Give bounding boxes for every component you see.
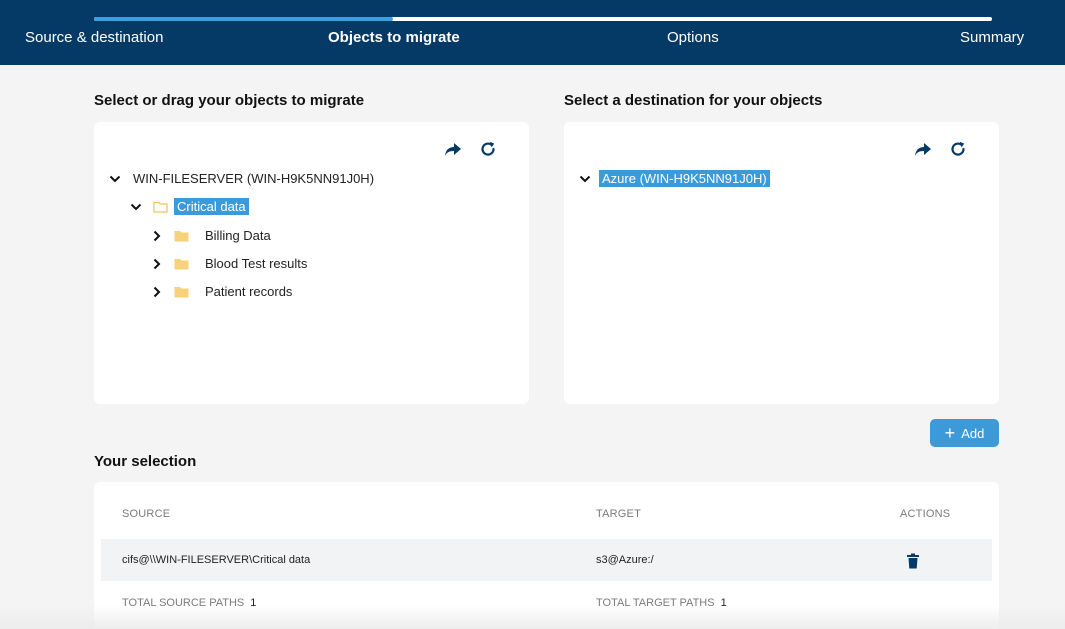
step-summary[interactable]: Summary — [960, 29, 1024, 46]
folder-icon — [174, 230, 189, 242]
folder-open-icon — [153, 201, 168, 213]
refresh-icon[interactable] — [948, 139, 968, 159]
column-header-target: TARGET — [596, 508, 641, 520]
chevron-right-icon[interactable] — [150, 229, 164, 243]
destination-panel-title: Select a destination for your objects — [564, 92, 823, 109]
tree-node-label[interactable]: Patient records — [202, 283, 295, 300]
step-objects-to-migrate[interactable]: Objects to migrate — [328, 29, 460, 46]
folder-icon — [174, 286, 189, 298]
column-header-actions: ACTIONS — [900, 508, 951, 520]
chevron-right-icon[interactable] — [150, 285, 164, 299]
chevron-down-icon[interactable] — [108, 172, 122, 186]
tree-node-label[interactable]: Blood Test results — [202, 255, 310, 272]
tree-node-label[interactable]: Azure (WIN-H9K5NN91J0H) — [599, 170, 770, 187]
step-source-destination[interactable]: Source & destination — [25, 29, 163, 46]
chevron-down-icon[interactable] — [129, 200, 143, 214]
total-target-paths: TOTAL TARGET PATHS 1 — [596, 597, 727, 609]
tree-node-patient-records[interactable]: Patient records — [150, 283, 295, 300]
step-options[interactable]: Options — [667, 29, 719, 46]
destination-tree-panel — [564, 122, 999, 404]
tree-node-label[interactable]: Billing Data — [202, 227, 274, 244]
chevron-right-icon[interactable] — [150, 257, 164, 271]
total-source-count: 1 — [250, 597, 257, 609]
tree-node-label[interactable]: Critical data — [174, 198, 249, 215]
tree-node-billing-data[interactable]: Billing Data — [150, 227, 274, 244]
column-header-source: SOURCE — [122, 508, 171, 520]
total-source-paths: TOTAL SOURCE PATHS 1 — [122, 597, 256, 609]
selection-title: Your selection — [94, 453, 197, 470]
row-source-path: cifs@\\WIN-FILESERVER\Critical data — [122, 554, 311, 566]
total-target-label: TOTAL TARGET PATHS — [596, 597, 715, 609]
total-source-label: TOTAL SOURCE PATHS — [122, 597, 245, 609]
tree-node-label[interactable]: WIN-FILESERVER (WIN-H9K5NN91J0H) — [130, 170, 377, 187]
share-arrow-icon[interactable] — [913, 139, 933, 159]
add-button-label: Add — [961, 425, 985, 441]
share-arrow-icon[interactable] — [443, 139, 463, 159]
tree-node-blood-test-results[interactable]: Blood Test results — [150, 255, 310, 272]
add-button[interactable]: + Add — [930, 419, 999, 447]
tree-node-critical-data[interactable]: Critical data — [129, 198, 249, 215]
source-panel-title: Select or drag your objects to migrate — [94, 92, 365, 109]
row-target-path: s3@Azure:/ — [596, 554, 654, 566]
progress-fill — [94, 17, 393, 21]
chevron-down-icon[interactable] — [578, 172, 592, 186]
trash-icon[interactable] — [906, 553, 920, 569]
refresh-icon[interactable] — [478, 139, 498, 159]
tree-node-root[interactable]: WIN-FILESERVER (WIN-H9K5NN91J0H) — [108, 170, 377, 187]
total-target-count: 1 — [720, 597, 727, 609]
folder-icon — [174, 258, 189, 270]
wizard-header: Source & destination Objects to migrate … — [0, 0, 1065, 65]
tree-node-azure[interactable]: Azure (WIN-H9K5NN91J0H) — [578, 170, 770, 187]
plus-icon: + — [944, 423, 956, 443]
